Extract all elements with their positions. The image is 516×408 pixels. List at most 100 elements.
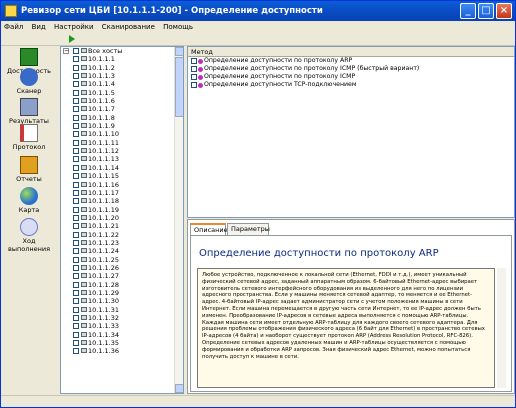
tree-host-row[interactable]: 10.1.1.34 bbox=[61, 331, 175, 339]
checkbox[interactable] bbox=[73, 273, 79, 280]
tree-host-row[interactable]: 10.1.1.29 bbox=[61, 289, 175, 297]
checkbox[interactable] bbox=[73, 231, 79, 238]
checkbox[interactable] bbox=[73, 331, 79, 338]
checkbox[interactable] bbox=[73, 239, 79, 246]
maximize-button[interactable]: □ bbox=[478, 3, 494, 19]
tree-host-row[interactable]: 10.1.1.21 bbox=[61, 222, 175, 230]
method-column-header[interactable]: Метод bbox=[188, 47, 514, 57]
tree-host-row[interactable]: 10.1.1.5 bbox=[61, 89, 175, 97]
checkbox[interactable] bbox=[73, 198, 79, 205]
checkbox[interactable] bbox=[73, 131, 79, 138]
checkbox[interactable] bbox=[191, 82, 197, 88]
checkbox[interactable] bbox=[73, 123, 79, 130]
tree-host-row[interactable]: 10.1.1.31 bbox=[61, 306, 175, 314]
checkbox[interactable] bbox=[73, 340, 79, 347]
checkbox[interactable] bbox=[191, 66, 197, 72]
checkbox[interactable] bbox=[73, 214, 79, 221]
tree-host-row[interactable]: 10.1.1.32 bbox=[61, 314, 175, 322]
tree-host-row[interactable]: 10.1.1.3 bbox=[61, 72, 175, 80]
checkbox[interactable] bbox=[73, 189, 79, 196]
nav-item-progress[interactable]: Ход выполнения bbox=[1, 218, 57, 253]
checkbox[interactable] bbox=[73, 56, 79, 63]
menu-file[interactable]: Файл bbox=[1, 23, 26, 31]
checkbox[interactable] bbox=[73, 315, 79, 321]
checkbox[interactable] bbox=[73, 164, 79, 171]
method-row[interactable]: Определение доступности по протоколу ICM… bbox=[188, 73, 514, 81]
checkbox[interactable] bbox=[73, 98, 79, 105]
title-bar[interactable]: Ревизор сети ЦБИ [10.1.1.1-200] - Опреде… bbox=[1, 1, 515, 21]
checkbox[interactable] bbox=[73, 173, 79, 180]
tree-host-row[interactable]: 10.1.1.13 bbox=[61, 155, 175, 163]
menu-help[interactable]: Помощь bbox=[160, 23, 196, 31]
tree-host-row[interactable]: 10.1.1.20 bbox=[61, 214, 175, 222]
checkbox[interactable] bbox=[73, 156, 79, 163]
tree-root[interactable]: − Все хосты bbox=[61, 47, 175, 55]
menu-view[interactable]: Вид bbox=[29, 23, 49, 31]
tree-host-row[interactable]: 10.1.1.6 bbox=[61, 97, 175, 105]
checkbox[interactable] bbox=[73, 256, 79, 263]
nav-item-map[interactable]: Карта bbox=[1, 187, 57, 214]
checkbox[interactable] bbox=[73, 106, 79, 113]
tree-host-row[interactable]: 10.1.1.23 bbox=[61, 239, 175, 247]
checkbox[interactable] bbox=[73, 73, 79, 80]
start-scan-icon[interactable] bbox=[69, 35, 75, 43]
tab-parameters[interactable]: Параметры bbox=[227, 223, 270, 235]
tree-host-row[interactable]: 10.1.1.25 bbox=[61, 256, 175, 264]
collapse-icon[interactable]: − bbox=[63, 48, 69, 54]
tree-host-row[interactable]: 10.1.1.33 bbox=[61, 322, 175, 330]
checkbox[interactable] bbox=[73, 48, 79, 54]
checkbox[interactable] bbox=[73, 248, 79, 255]
method-row[interactable]: Определение доступности TCP-подключением bbox=[188, 81, 514, 89]
checkbox[interactable] bbox=[73, 148, 79, 155]
checkbox[interactable] bbox=[73, 264, 79, 271]
checkbox[interactable] bbox=[191, 58, 197, 64]
checkbox[interactable] bbox=[73, 64, 79, 71]
tree-host-row[interactable]: 10.1.1.7 bbox=[61, 105, 175, 113]
checkbox[interactable] bbox=[73, 206, 79, 213]
description-scrollbar[interactable] bbox=[497, 268, 506, 388]
tree-host-row[interactable]: 10.1.1.14 bbox=[61, 164, 175, 172]
nav-item-scanner[interactable]: Сканер bbox=[1, 68, 57, 95]
tree-host-row[interactable]: 10.1.1.35 bbox=[61, 339, 175, 347]
tree-host-row[interactable]: 10.1.1.8 bbox=[61, 114, 175, 122]
nav-item-protocol[interactable]: Протокол bbox=[1, 124, 57, 151]
nav-item-reports[interactable]: Отчеты bbox=[1, 156, 57, 183]
checkbox[interactable] bbox=[73, 114, 79, 121]
tree-host-row[interactable]: 10.1.1.4 bbox=[61, 80, 175, 88]
tree-host-row[interactable]: 10.1.1.24 bbox=[61, 247, 175, 255]
tree-host-row[interactable]: 10.1.1.30 bbox=[61, 297, 175, 305]
tree-host-row[interactable]: 10.1.1.11 bbox=[61, 139, 175, 147]
close-button[interactable]: × bbox=[496, 3, 512, 19]
tree-host-row[interactable]: 10.1.1.12 bbox=[61, 147, 175, 155]
tree-host-row[interactable]: 10.1.1.2 bbox=[61, 64, 175, 72]
checkbox[interactable] bbox=[73, 89, 79, 96]
scroll-up-icon[interactable] bbox=[175, 47, 183, 56]
tree-host-row[interactable]: 10.1.1.1 bbox=[61, 55, 175, 63]
tree-host-row[interactable]: 10.1.1.19 bbox=[61, 206, 175, 214]
method-row[interactable]: Определение доступности по протоколу ICM… bbox=[188, 65, 514, 73]
checkbox[interactable] bbox=[73, 289, 79, 296]
checkbox[interactable] bbox=[73, 281, 79, 288]
method-row[interactable]: Определение доступности по протоколу ARP bbox=[188, 57, 514, 65]
tree-scrollbar[interactable] bbox=[174, 47, 183, 393]
checkbox[interactable] bbox=[73, 81, 79, 88]
tree-host-row[interactable]: 10.1.1.17 bbox=[61, 189, 175, 197]
tree-host-row[interactable]: 10.1.1.10 bbox=[61, 130, 175, 138]
minimize-button[interactable]: _ bbox=[460, 3, 476, 19]
checkbox[interactable] bbox=[73, 348, 79, 355]
menu-settings[interactable]: Настройки bbox=[51, 23, 97, 31]
scroll-thumb[interactable] bbox=[175, 57, 183, 117]
tab-description[interactable]: Описание bbox=[190, 223, 228, 235]
checkbox[interactable] bbox=[73, 323, 79, 330]
tree-host-row[interactable]: 10.1.1.26 bbox=[61, 264, 175, 272]
checkbox[interactable] bbox=[191, 74, 197, 80]
nav-item-results[interactable]: Результаты bbox=[1, 98, 57, 125]
tree-host-row[interactable]: 10.1.1.28 bbox=[61, 281, 175, 289]
checkbox[interactable] bbox=[73, 298, 79, 305]
tree-host-row[interactable]: 10.1.1.36 bbox=[61, 347, 175, 355]
scroll-down-icon[interactable] bbox=[175, 384, 183, 393]
checkbox[interactable] bbox=[73, 139, 79, 146]
tree-host-row[interactable]: 10.1.1.9 bbox=[61, 122, 175, 130]
tree-host-row[interactable]: 10.1.1.27 bbox=[61, 272, 175, 280]
tree-host-row[interactable]: 10.1.1.18 bbox=[61, 197, 175, 205]
